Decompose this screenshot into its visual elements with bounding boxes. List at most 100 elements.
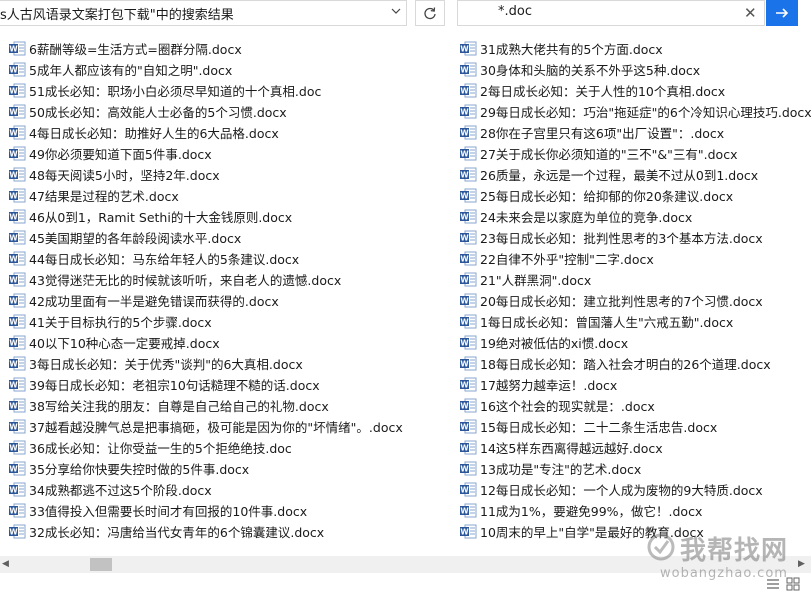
large-icons-view-icon[interactable] <box>786 576 800 591</box>
svg-text:W: W <box>9 444 18 453</box>
file-name: 51成长必知：职场小白必须尽早知道的十个真相.doc <box>29 84 322 99</box>
file-item[interactable]: W 24未来会是以家庭为单位的竞争.docx <box>460 206 811 227</box>
file-name: 28你在子宫里只有这6项"出厂设置"：.docx <box>480 126 725 141</box>
svg-text:W: W <box>9 465 18 474</box>
file-name: 15每日成长必知：二十二条生活忠告.docx <box>480 420 718 435</box>
file-item[interactable]: W 44每日成长必知：马东给年轻人的5条建议.docx <box>9 248 409 269</box>
file-item[interactable]: W 38写给关注我的朋友：自尊是自己给自己的礼物.docx <box>9 395 409 416</box>
file-name: 18每日成长必知：踏入社会才明白的26个道理.docx <box>480 357 771 372</box>
file-item[interactable]: W 26质量，永远是一个过程，最美不过从0到1.docx <box>460 164 811 185</box>
file-item[interactable]: W 45美国期望的各年龄段阅读水平.docx <box>9 227 409 248</box>
refresh-icon <box>424 7 436 20</box>
file-item[interactable]: W 29每日成长必知：巧治"拖延症"的6个冷知识心理技巧.docx <box>460 101 811 122</box>
scroll-left-icon[interactable]: ◀ <box>2 559 9 569</box>
svg-text:W: W <box>9 507 18 516</box>
file-name: 4每日成长必知：助推好人生的6大品格.docx <box>29 126 279 141</box>
word-document-icon: W <box>9 125 26 140</box>
file-item[interactable]: W 11成为1%，要避免99%，做它！.docx <box>460 500 811 521</box>
file-name: 43觉得迷茫无比的时候就该听听，来自老人的遗憾.docx <box>29 273 342 288</box>
file-item[interactable]: W 49你必须要知道下面5件事.docx <box>9 143 409 164</box>
svg-text:W: W <box>460 171 469 180</box>
scrollbar-thumb[interactable] <box>90 558 112 571</box>
word-document-icon: W <box>9 524 26 539</box>
file-item[interactable]: W 28你在子宫里只有这6项"出厂设置"：.docx <box>460 122 811 143</box>
file-item[interactable]: W 18每日成长必知：踏入社会才明白的26个道理.docx <box>460 353 811 374</box>
file-item[interactable]: W 6薪酬等级=生活方式=圈群分隔.docx <box>9 38 409 59</box>
file-item[interactable]: W 42成功里面有一半是避免错误而获得的.docx <box>9 290 409 311</box>
file-item[interactable]: W 33值得投入但需要长时间才有回报的10件事.docx <box>9 500 409 521</box>
word-document-icon: W <box>9 104 26 119</box>
svg-text:W: W <box>460 381 469 390</box>
word-document-icon: W <box>9 461 26 476</box>
search-input[interactable]: *.doc ✕ <box>457 0 765 26</box>
file-item[interactable]: W 3每日成长必知：关于优秀"谈判"的6大真相.docx <box>9 353 409 374</box>
file-name: 41关于目标执行的5个步骤.docx <box>29 315 212 330</box>
file-item[interactable]: W 17越努力越幸运！.docx <box>460 374 811 395</box>
close-icon[interactable]: ✕ <box>744 3 757 23</box>
file-item[interactable]: W 21"人群黑洞".docx <box>460 269 811 290</box>
svg-text:W: W <box>9 150 18 159</box>
file-name: 48每天阅读5小时，坚持2年.docx <box>29 168 220 183</box>
word-document-icon: W <box>460 62 477 77</box>
file-item[interactable]: W 34成熟都逃不过这5个阶段.docx <box>9 479 409 500</box>
address-bar[interactable]: s人古风语录文案打包下载"中的搜索结果 <box>0 0 407 26</box>
word-document-icon: W <box>460 272 477 287</box>
svg-text:W: W <box>9 171 18 180</box>
file-item[interactable]: W 2每日成长必知：关于人性的10个真相.docx <box>460 80 811 101</box>
file-item[interactable]: W 32成长必知：冯唐给当代女青年的6个锦囊建议.docx <box>9 521 409 542</box>
file-item[interactable]: W 47结果是过程的艺术.docx <box>9 185 409 206</box>
file-item[interactable]: W 14这5样东西离得越远越好.docx <box>460 437 811 458</box>
file-name: 30身体和头脑的关系不外乎这5种.docx <box>480 63 701 78</box>
file-name: 12每日成长必知：一个人成为废物的9大特质.docx <box>480 483 763 498</box>
file-item[interactable]: W 35分享给你快要失控时做的5件事.docx <box>9 458 409 479</box>
file-item[interactable]: W 25每日成长必知：给抑郁的你20条建议.docx <box>460 185 811 206</box>
horizontal-scrollbar[interactable]: ◀ ▶ <box>0 556 811 573</box>
file-item[interactable]: W 48每天阅读5小时，坚持2年.docx <box>9 164 409 185</box>
svg-text:W: W <box>9 402 18 411</box>
file-name: 14这5样东西离得越远越好.docx <box>480 441 663 456</box>
file-item[interactable]: W 27关于成长你必须知道的"三不"&"三有".docx <box>460 143 811 164</box>
refresh-button[interactable] <box>415 0 445 26</box>
word-document-icon: W <box>460 125 477 140</box>
scroll-right-icon[interactable]: ▶ <box>798 559 805 569</box>
svg-text:W: W <box>460 255 469 264</box>
search-go-button[interactable] <box>766 0 798 26</box>
file-item[interactable]: W 16这个社会的现实就是：.docx <box>460 395 811 416</box>
file-item[interactable]: W 5成年人都应该有的"自知之明".docx <box>9 59 409 80</box>
word-document-icon: W <box>460 83 477 98</box>
file-item[interactable]: W 31成熟大佬共有的5个方面.docx <box>460 38 811 59</box>
word-document-icon: W <box>9 440 26 455</box>
file-item[interactable]: W 51成长必知：职场小白必须尽早知道的十个真相.doc <box>9 80 409 101</box>
file-item[interactable]: W 37越看越没脾气总是把事搞砸，极可能是因为你的"坏情绪"。.docx <box>9 416 409 437</box>
details-view-icon[interactable] <box>766 576 780 590</box>
file-item[interactable]: W 30身体和头脑的关系不外乎这5种.docx <box>460 59 811 80</box>
file-item[interactable]: W 15每日成长必知：二十二条生活忠告.docx <box>460 416 811 437</box>
chevron-down-icon[interactable] <box>390 5 402 21</box>
file-item[interactable]: W 1每日成长必知：曾国藩人生"六戒五勤".docx <box>460 311 811 332</box>
svg-text:W: W <box>9 381 18 390</box>
word-document-icon: W <box>9 482 26 497</box>
search-query: *.doc <box>498 4 532 19</box>
file-item[interactable]: W 36成长必知：让你受益一生的5个拒绝绝技.doc <box>9 437 409 458</box>
svg-text:W: W <box>9 108 18 117</box>
word-document-icon: W <box>460 398 477 413</box>
file-item[interactable]: W 12每日成长必知：一个人成为废物的9大特质.docx <box>460 479 811 500</box>
file-item[interactable]: W 19绝对被低估的xi惯.docx <box>460 332 811 353</box>
word-document-icon: W <box>460 377 477 392</box>
word-document-icon: W <box>460 146 477 161</box>
file-item[interactable]: W 23每日成长必知：批判性思考的3个基本方法.docx <box>460 227 811 248</box>
file-name: 44每日成长必知：马东给年轻人的5条建议.docx <box>29 252 300 267</box>
file-item[interactable]: W 41关于目标执行的5个步骤.docx <box>9 311 409 332</box>
file-item[interactable]: W 39每日成长必知：老祖宗10句话糙理不糙的话.docx <box>9 374 409 395</box>
file-item[interactable]: W 4每日成长必知：助推好人生的6大品格.docx <box>9 122 409 143</box>
file-item[interactable]: W 20每日成长必知：建立批判性思考的7个习惯.docx <box>460 290 811 311</box>
file-item[interactable]: W 10周末的早上"自学"是最好的教育.docx <box>460 521 811 542</box>
file-item[interactable]: W 40以下10种心态一定要戒掉.docx <box>9 332 409 353</box>
svg-text:W: W <box>460 297 469 306</box>
file-item[interactable]: W 46从0到1，Ramit Sethi的十大金钱原则.docx <box>9 206 409 227</box>
file-item[interactable]: W 22自律不外乎"控制"二字.docx <box>460 248 811 269</box>
file-item[interactable]: W 43觉得迷茫无比的时候就该听听，来自老人的遗憾.docx <box>9 269 409 290</box>
file-name: 36成长必知：让你受益一生的5个拒绝绝技.doc <box>29 441 292 456</box>
file-item[interactable]: W 50成长必知：高效能人士必备的5个习惯.docx <box>9 101 409 122</box>
file-item[interactable]: W 13成功是"专注"的艺术.docx <box>460 458 811 479</box>
